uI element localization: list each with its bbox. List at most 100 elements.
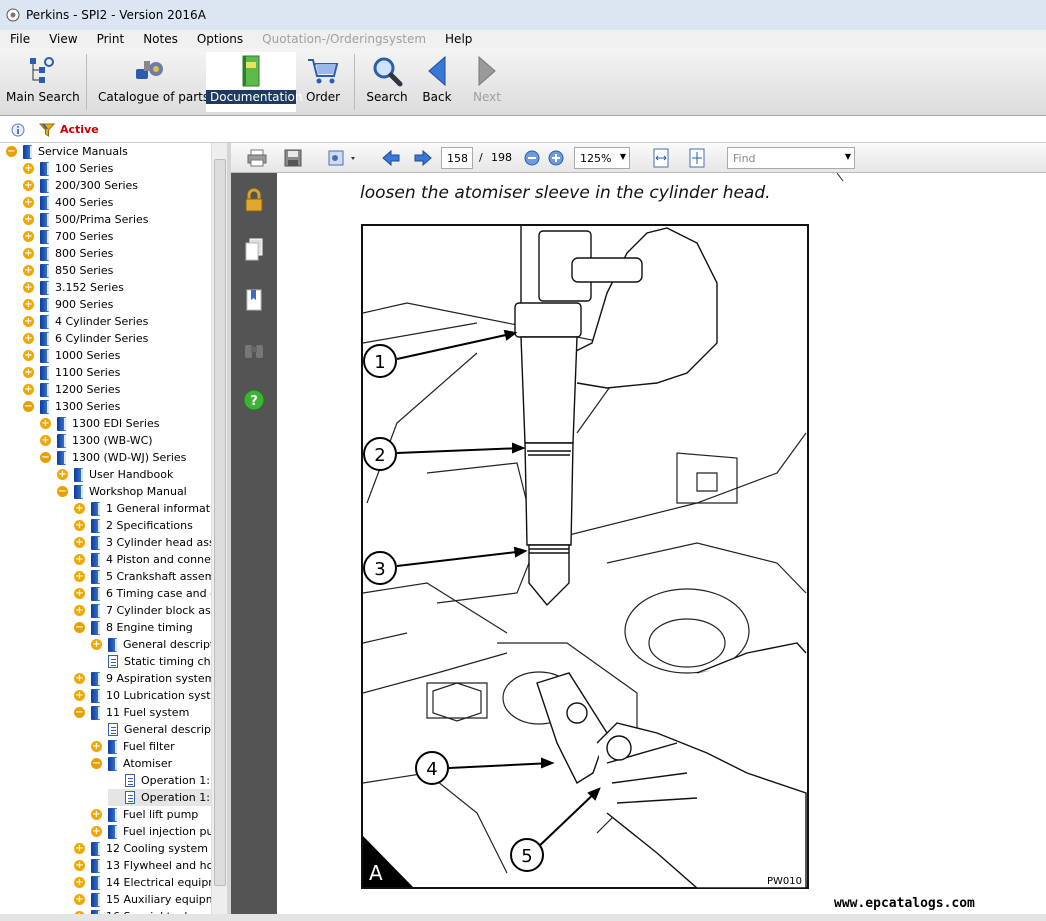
expand-icon[interactable]: + — [74, 588, 85, 599]
expand-icon[interactable]: + — [23, 265, 34, 276]
tree-item[interactable]: +13 Flywheel and ho — [74, 857, 211, 874]
tree-item[interactable]: +400 Series — [23, 194, 117, 211]
tree-item[interactable]: +1300 EDI Series — [40, 415, 163, 432]
zoom-select[interactable]: 125% ▼ — [574, 147, 630, 169]
bookmarks-button[interactable] — [241, 287, 267, 313]
page-tools-dropdown[interactable] — [325, 147, 361, 169]
tree-item[interactable]: +7 Cylinder block ass — [74, 602, 211, 619]
tree-item[interactable]: − Workshop Manual — [57, 483, 191, 500]
tree-item[interactable]: Static timing cha — [91, 653, 211, 670]
next-page-button[interactable] — [411, 147, 435, 169]
expand-icon[interactable]: + — [40, 418, 51, 429]
tree-item[interactable]: +3 Cylinder head ass — [74, 534, 211, 551]
expand-icon[interactable]: + — [23, 180, 34, 191]
collapse-icon[interactable]: − — [91, 758, 102, 769]
tree-item[interactable]: − 1300 (WD-WJ) Series — [40, 449, 190, 466]
expand-icon[interactable]: + — [23, 197, 34, 208]
collapse-icon[interactable]: − — [74, 707, 85, 718]
tree-item[interactable]: Operation 1: — [108, 789, 211, 806]
expand-icon[interactable]: + — [74, 690, 85, 701]
tree-scroll-thumb[interactable] — [214, 159, 226, 886]
security-button[interactable] — [241, 187, 267, 213]
tree-item[interactable]: +200/300 Series — [23, 177, 142, 194]
tree-item[interactable]: +850 Series — [23, 262, 117, 279]
tree-item[interactable]: +1100 Series — [23, 364, 124, 381]
menu-file[interactable]: File — [10, 32, 30, 46]
expand-icon[interactable]: + — [74, 503, 85, 514]
expand-icon[interactable]: + — [23, 282, 34, 293]
collapse-icon[interactable]: − — [40, 452, 51, 463]
tree-item[interactable]: +14 Electrical equipm — [74, 874, 211, 891]
main-search-button[interactable]: Main Search — [6, 52, 80, 112]
expand-icon[interactable]: + — [23, 231, 34, 242]
tree-item[interactable]: − Service Manuals — [6, 143, 132, 160]
expand-icon[interactable]: + — [91, 809, 102, 820]
back-button[interactable]: Back — [420, 52, 454, 112]
info-icon[interactable] — [11, 123, 25, 137]
tree-item[interactable]: +1 General informati — [74, 500, 211, 517]
expand-icon[interactable]: + — [74, 571, 85, 582]
tree-item[interactable]: Operation 1: — [108, 772, 211, 789]
previous-page-button[interactable] — [379, 147, 403, 169]
print-button[interactable] — [245, 147, 269, 169]
tree-item[interactable]: +100 Series — [23, 160, 117, 177]
save-button[interactable] — [281, 147, 305, 169]
tree-item[interactable]: +1300 (WB-WC) — [40, 432, 157, 449]
expand-icon[interactable]: + — [23, 384, 34, 395]
expand-icon[interactable]: + — [74, 843, 85, 854]
tree-item[interactable]: +3.152 Series — [23, 279, 128, 296]
tree-item[interactable]: +1200 Series — [23, 381, 124, 398]
tree-item[interactable]: +1000 Series — [23, 347, 124, 364]
tree-item[interactable]: +15 Auxiliary equipm — [74, 891, 211, 908]
expand-icon[interactable]: + — [91, 741, 102, 752]
expand-icon[interactable]: + — [91, 826, 102, 837]
tree-item[interactable]: +2 Specifications — [74, 517, 197, 534]
tree-item[interactable]: General descript — [91, 721, 211, 738]
order-button[interactable]: Order — [302, 52, 344, 112]
search-button[interactable]: Search — [366, 52, 408, 112]
tree-item[interactable]: − 8 Engine timing — [74, 619, 197, 636]
filter-icon[interactable] — [39, 122, 55, 137]
expand-icon[interactable]: + — [74, 605, 85, 616]
tree-item[interactable]: − 1300 Series — [23, 398, 124, 415]
expand-icon[interactable]: + — [74, 520, 85, 531]
find-panel-button[interactable] — [241, 337, 267, 363]
expand-icon[interactable]: + — [23, 299, 34, 310]
tree-item[interactable]: − Atomiser — [91, 755, 176, 772]
page-number-input[interactable]: 158 — [441, 147, 473, 169]
expand-icon[interactable]: + — [74, 894, 85, 905]
documentation-button[interactable]: Documentation — [206, 52, 303, 112]
tree-item[interactable]: +800 Series — [23, 245, 117, 262]
collapse-icon[interactable]: − — [74, 622, 85, 633]
menu-options[interactable]: Options — [197, 32, 243, 46]
expand-icon[interactable]: + — [74, 673, 85, 684]
collapse-icon[interactable]: − — [6, 146, 17, 157]
expand-icon[interactable]: + — [23, 248, 34, 259]
menu-notes[interactable]: Notes — [143, 32, 178, 46]
expand-icon[interactable]: + — [57, 469, 68, 480]
zoom-in-button[interactable] — [547, 147, 565, 169]
zoom-out-button[interactable] — [523, 147, 541, 169]
expand-icon[interactable]: + — [40, 435, 51, 446]
tree-item[interactable]: +4 Cylinder Series — [23, 313, 152, 330]
tree-item[interactable]: + User Handbook — [57, 466, 177, 483]
tree-item[interactable]: +900 Series — [23, 296, 117, 313]
menu-print[interactable]: Print — [97, 32, 125, 46]
tree-item[interactable]: +5 Crankshaft assem — [74, 568, 211, 585]
menu-help[interactable]: Help — [445, 32, 472, 46]
tree-item[interactable]: +12 Cooling system — [74, 840, 211, 857]
collapse-icon[interactable]: − — [57, 486, 68, 497]
menu-view[interactable]: View — [49, 32, 77, 46]
tree-item[interactable]: + General descript — [91, 636, 211, 653]
find-input[interactable]: Find ▼ — [727, 147, 855, 169]
tree-item[interactable]: +6 Cylinder Series — [23, 330, 152, 347]
fit-page-button[interactable] — [685, 147, 709, 169]
expand-icon[interactable]: + — [23, 350, 34, 361]
help-button[interactable]: ? — [241, 387, 267, 413]
tree-item[interactable]: + Fuel filter — [91, 738, 179, 755]
expand-icon[interactable]: + — [74, 877, 85, 888]
tree-item[interactable]: − 11 Fuel system — [74, 704, 193, 721]
tree-item[interactable]: +10 Lubrication syste — [74, 687, 211, 704]
active-filter-label[interactable]: Active — [60, 123, 99, 136]
expand-icon[interactable]: + — [23, 316, 34, 327]
